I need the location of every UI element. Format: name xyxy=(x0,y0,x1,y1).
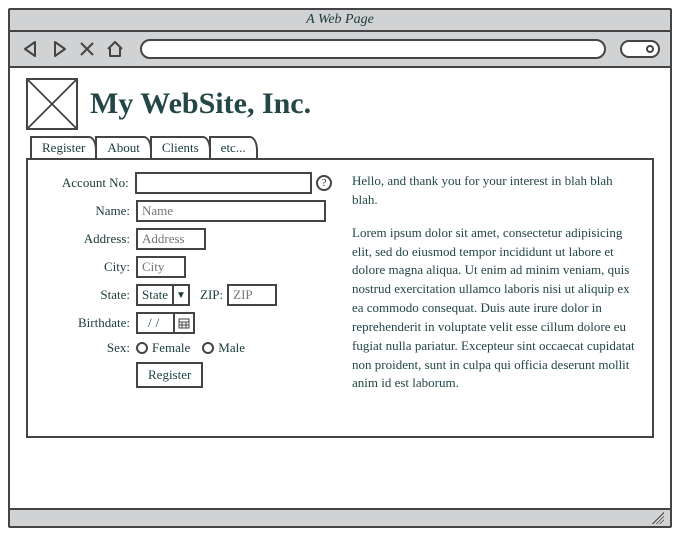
zip-input[interactable] xyxy=(227,284,277,306)
state-select[interactable]: State ▼ xyxy=(136,284,190,306)
address-input[interactable] xyxy=(136,228,206,250)
lorem-paragraph: Lorem ipsum dolor sit amet, consectetur … xyxy=(352,224,638,394)
home-icon[interactable] xyxy=(104,38,126,60)
search-icon xyxy=(646,45,654,53)
radio-label-female: Female xyxy=(152,340,190,356)
main-panel: Account No: ? Name: Address: City: xyxy=(26,158,654,438)
stop-icon[interactable] xyxy=(76,38,98,60)
label-name: Name: xyxy=(42,203,130,219)
intro-paragraph: Hello, and thank you for your interest i… xyxy=(352,172,638,210)
page-header: My WebSite, Inc. xyxy=(26,78,654,130)
browser-titlebar: A Web Page xyxy=(10,10,670,32)
calendar-icon[interactable] xyxy=(173,314,193,332)
label-zip: ZIP: xyxy=(200,287,223,303)
radio-label-male: Male xyxy=(218,340,245,356)
city-input[interactable] xyxy=(136,256,186,278)
resize-grip-icon[interactable] xyxy=(652,512,664,524)
label-state: State: xyxy=(42,287,130,303)
label-sex: Sex: xyxy=(42,340,130,356)
browser-title: A Web Page xyxy=(306,12,374,27)
state-selected-value: State xyxy=(138,287,172,303)
tab-register[interactable]: Register xyxy=(30,136,97,158)
label-birthdate: Birthdate: xyxy=(42,315,130,331)
tab-about[interactable]: About xyxy=(95,136,152,158)
radio-female[interactable] xyxy=(136,342,148,354)
radio-male[interactable] xyxy=(202,342,214,354)
tab-clients[interactable]: Clients xyxy=(150,136,211,158)
label-city: City: xyxy=(42,259,130,275)
birthdate-input[interactable]: // xyxy=(136,312,195,334)
page-content: My WebSite, Inc. Register About Clients … xyxy=(10,68,670,508)
registration-form: Account No: ? Name: Address: City: xyxy=(42,172,332,424)
body-text: Hello, and thank you for your interest i… xyxy=(352,172,638,424)
label-account-no: Account No: xyxy=(42,175,129,191)
birthdate-value: // xyxy=(138,315,173,331)
forward-icon[interactable] xyxy=(48,38,70,60)
register-button[interactable]: Register xyxy=(136,362,203,388)
search-pill[interactable] xyxy=(620,40,660,58)
address-bar[interactable] xyxy=(140,39,606,59)
label-address: Address: xyxy=(42,231,130,247)
help-icon[interactable]: ? xyxy=(316,175,332,191)
tab-etc[interactable]: etc... xyxy=(209,136,258,158)
status-bar xyxy=(10,508,670,526)
account-no-input[interactable] xyxy=(135,172,313,194)
tab-strip: Register About Clients etc... xyxy=(30,136,654,158)
site-title: My WebSite, Inc. xyxy=(90,87,311,121)
name-input[interactable] xyxy=(136,200,326,222)
logo-placeholder xyxy=(26,78,78,130)
browser-window: A Web Page My WebSite, Inc. Register Abo… xyxy=(8,8,672,528)
back-icon[interactable] xyxy=(20,38,42,60)
chevron-down-icon: ▼ xyxy=(172,286,188,304)
browser-toolbar xyxy=(10,32,670,68)
